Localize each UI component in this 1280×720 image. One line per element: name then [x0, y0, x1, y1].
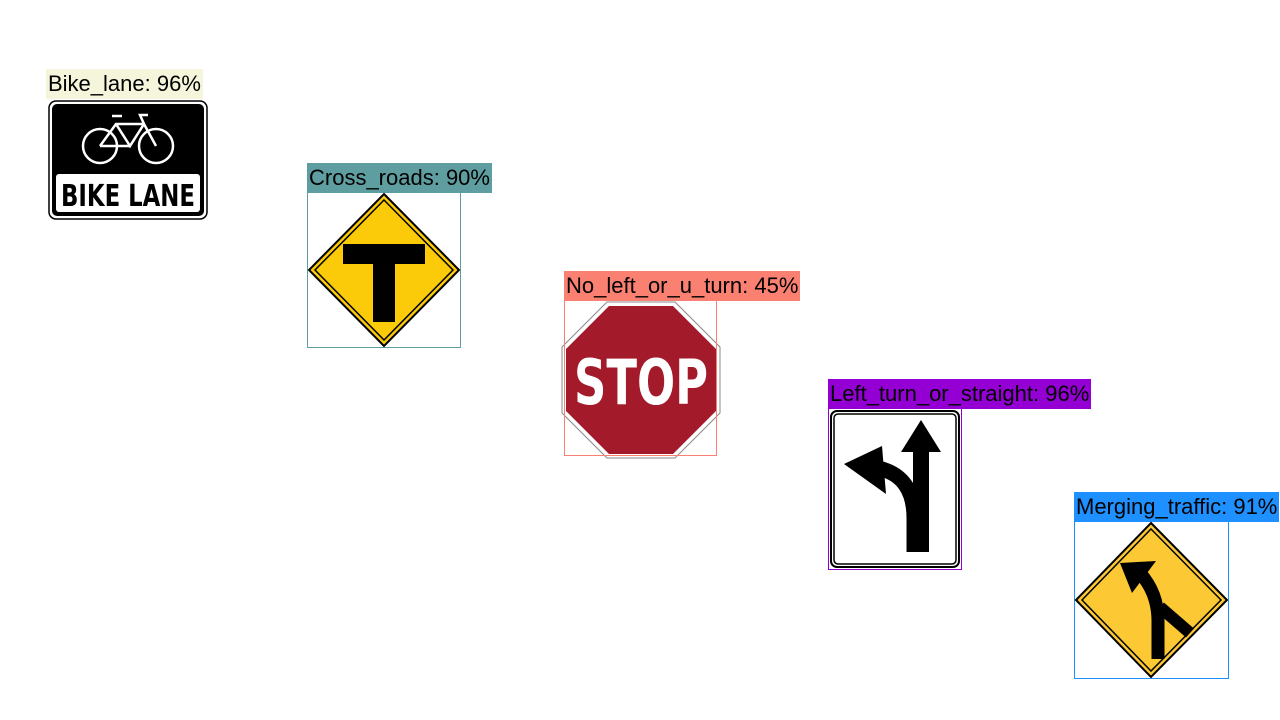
detection-label: No_left_or_u_turn: 45%: [564, 271, 801, 301]
bike-lane-sign-icon: BIKE LANE: [48, 100, 208, 220]
bike-lane-sign-text: BIKE LANE: [61, 179, 195, 214]
detection-label: Bike_lane: 96%: [46, 69, 203, 99]
bounding-box: [564, 300, 717, 456]
merging-traffic-sign-icon: [1074, 521, 1229, 679]
left-turn-or-straight-sign-icon: [830, 410, 960, 568]
detection-label: Left_turn_or_straight: 96%: [828, 379, 1092, 409]
t-intersection-sign-icon: [307, 192, 461, 348]
detection-label: Merging_traffic: 91%: [1074, 492, 1280, 522]
detection-label: Cross_roads: 90%: [307, 163, 492, 193]
